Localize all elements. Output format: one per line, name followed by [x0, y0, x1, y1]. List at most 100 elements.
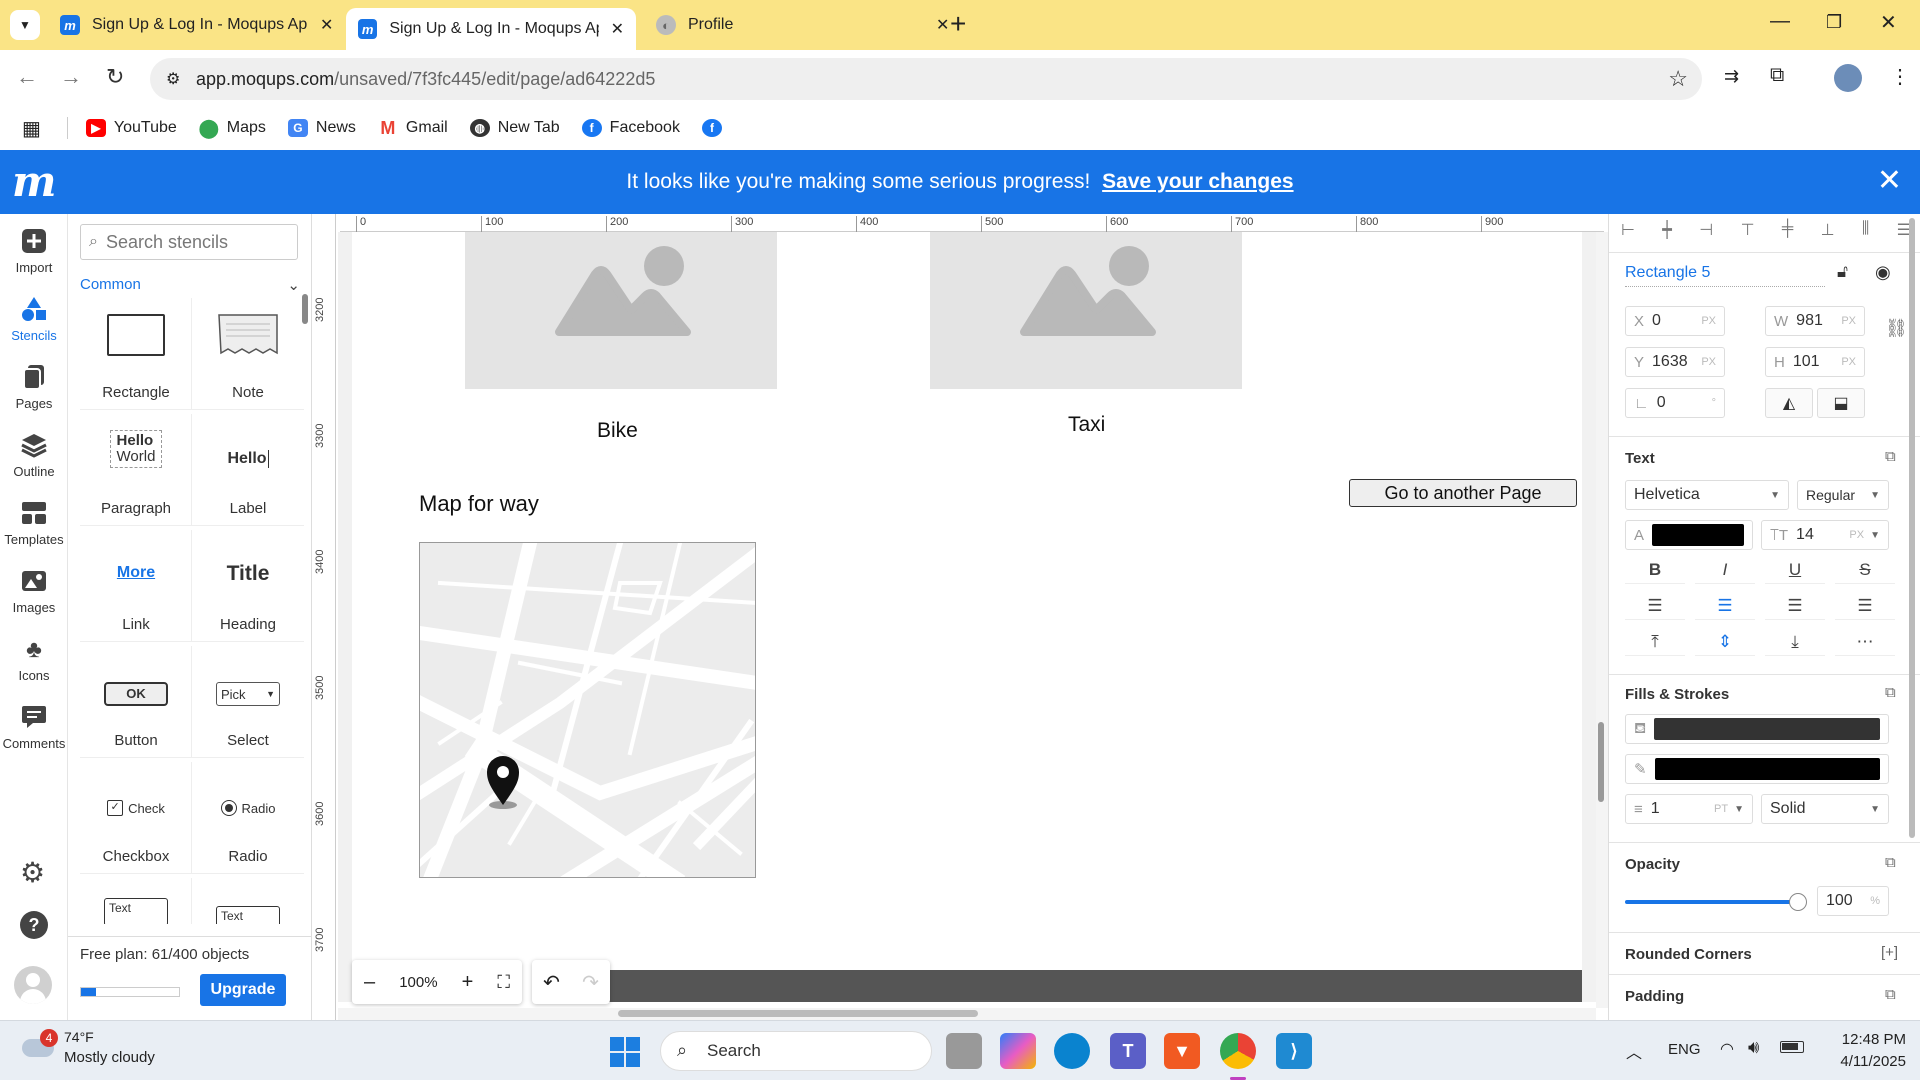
upgrade-button[interactable]: Upgrade [200, 974, 286, 1006]
flip-vertical-button[interactable]: ⬓ [1817, 388, 1865, 418]
go-to-another-page-button[interactable]: Go to another Page [1349, 479, 1577, 507]
bold-icon[interactable]: B [1625, 556, 1685, 584]
horizontal-scrollbar[interactable] [338, 1008, 1596, 1020]
rail-import[interactable]: Import [0, 228, 68, 275]
align-right-icon[interactable]: ⊣ [1699, 220, 1713, 240]
minimize-icon[interactable]: — [1770, 10, 1790, 33]
copy-style-icon[interactable]: ⧉ [1885, 854, 1896, 871]
extensions-puzzle-icon[interactable]: ⧉ [1770, 64, 1784, 87]
stencil-button[interactable]: OK Button [80, 646, 192, 758]
zoom-level[interactable]: 100% [399, 974, 437, 991]
visibility-eye-icon[interactable]: ◉ [1875, 262, 1891, 283]
language-indicator[interactable]: ENG [1668, 1041, 1701, 1058]
edge-icon[interactable] [1054, 1033, 1090, 1069]
teams-icon[interactable]: T [1110, 1033, 1146, 1069]
align-bottom-icon[interactable]: ⊥ [1821, 220, 1835, 240]
element-name[interactable]: Rectangle 5 [1625, 264, 1825, 287]
align-text-right-icon[interactable]: ☰ [1765, 592, 1825, 620]
stencil-checkbox[interactable]: ✓ Check Checkbox [80, 762, 192, 874]
close-banner-icon[interactable]: ✕ [1877, 166, 1902, 196]
more-options-icon[interactable]: ⋯ [1835, 628, 1895, 656]
forward-icon[interactable]: → [60, 64, 82, 90]
rail-pages[interactable]: Pages [0, 364, 68, 411]
address-bar[interactable]: ⚙ app.moqups.com/unsaved/7f3fc445/edit/p… [150, 58, 1702, 100]
taxi-caption[interactable]: Taxi [1068, 413, 1105, 437]
stencil-heading[interactable]: Title Heading [192, 530, 304, 642]
bookmark-youtube[interactable]: ▶ YouTube [85, 119, 177, 137]
tab-close-icon[interactable]: ✕ [611, 19, 624, 39]
vscode-icon[interactable]: ⟩ [1276, 1033, 1312, 1069]
bookmark-maps[interactable]: ⬤ Maps [199, 118, 266, 138]
y-field[interactable]: Y 1638 PX [1625, 347, 1725, 377]
font-weight-select[interactable]: Regular ▼ [1797, 480, 1889, 510]
close-window-icon[interactable]: ✕ [1880, 10, 1897, 35]
undo-icon[interactable]: ↶ [543, 970, 560, 995]
brave-icon[interactable]: ▼ [1164, 1033, 1200, 1069]
rail-comments[interactable]: Comments [0, 704, 68, 751]
underline-icon[interactable]: U [1765, 556, 1825, 584]
design-canvas[interactable]: Bike Taxi Go to another Page Map for way [338, 232, 1596, 1002]
browser-tab-1[interactable]: m Sign Up & Log In - Moqups Ap ✕ [48, 8, 345, 42]
stroke-style-select[interactable]: Solid ▼ [1761, 794, 1889, 824]
rail-templates[interactable]: Templates [0, 500, 68, 547]
clock-time[interactable]: 12:48 PM [1834, 1031, 1906, 1048]
opacity-slider-track[interactable] [1625, 900, 1797, 904]
opacity-field[interactable]: 100% [1817, 886, 1889, 916]
windows-start-icon[interactable] [610, 1037, 640, 1067]
horizontal-scroll-thumb[interactable] [618, 1010, 978, 1017]
taxi-image-placeholder[interactable] [930, 232, 1242, 389]
align-top-icon[interactable]: ⊤ [1741, 220, 1755, 240]
browser-tab-2-active[interactable]: m Sign Up & Log In - Moqups Ap ✕ [346, 8, 636, 50]
rail-outline[interactable]: Outline [0, 432, 68, 479]
help-icon[interactable]: ? [20, 911, 48, 939]
user-avatar[interactable] [14, 966, 52, 1004]
stencil-note[interactable]: Note [192, 298, 304, 410]
align-left-icon[interactable]: ⊢ [1621, 220, 1635, 240]
expand-rounded-corners-icon[interactable]: [+] [1881, 944, 1898, 961]
stencil-paragraph[interactable]: Hello World Paragraph [80, 414, 192, 526]
bookmark-star-icon[interactable]: ☆ [1668, 66, 1688, 92]
volume-icon[interactable]: 🔊︎ [1748, 1037, 1759, 1058]
rectangle-5[interactable] [548, 970, 1582, 1002]
italic-icon[interactable]: I [1695, 556, 1755, 584]
bookmark-new-tab[interactable]: ◍ New Tab [469, 119, 560, 137]
justify-text-icon[interactable]: ☰ [1835, 592, 1895, 620]
font-size-field[interactable]: ⟙T 14 PX ▼ [1761, 520, 1889, 550]
tray-chevron-up-icon[interactable]: ︿ [1626, 1039, 1642, 1063]
link-dimensions-icon[interactable]: ⛓ [1885, 318, 1908, 339]
site-info-icon[interactable]: ⚙ [166, 69, 180, 89]
text-color-picker[interactable]: A [1625, 520, 1753, 550]
align-text-left-icon[interactable]: ☰ [1625, 592, 1685, 620]
lock-icon[interactable]: 🔓︎ [1837, 262, 1848, 282]
w-field[interactable]: W 981 PX [1765, 306, 1865, 336]
chrome-icon[interactable] [1220, 1033, 1256, 1069]
map-heading[interactable]: Map for way [419, 491, 539, 517]
stencil-text-area[interactable]: Text [192, 878, 304, 924]
align-middle-icon[interactable]: ╪ [1782, 220, 1793, 240]
font-family-select[interactable]: Helvetica ▼ [1625, 480, 1789, 510]
save-changes-link[interactable]: Save your changes [1102, 170, 1293, 193]
stencil-select[interactable]: Pick ▼ Select [192, 646, 304, 758]
clock-date[interactable]: 4/11/2025 [1826, 1053, 1906, 1070]
redo-icon[interactable]: ↷ [582, 970, 599, 995]
valign-top-icon[interactable]: ⤒ [1625, 628, 1685, 656]
stencil-text-input[interactable]: Text [80, 878, 192, 924]
apps-grid-icon[interactable]: ▦ [22, 116, 41, 141]
copy-style-icon[interactable]: ⧉ [1885, 684, 1896, 701]
align-text-center-icon[interactable]: ☰ [1695, 592, 1755, 620]
vertical-scrollbar[interactable] [1596, 232, 1608, 1008]
zoom-in-button[interactable]: + [462, 971, 474, 994]
properties-scrollbar[interactable] [1909, 214, 1917, 854]
tab-close-icon[interactable]: ✕ [936, 15, 949, 35]
stencil-rectangle[interactable]: Rectangle [80, 298, 192, 410]
file-explorer-icon[interactable] [946, 1033, 982, 1069]
zoom-out-button[interactable]: – [364, 971, 375, 994]
search-stencils-input[interactable]: ⌕ Search stencils [80, 224, 298, 260]
rail-stencils[interactable]: Stencils [0, 296, 68, 343]
map-widget[interactable] [419, 542, 756, 878]
strikethrough-icon[interactable]: S [1835, 556, 1895, 584]
copy-style-icon[interactable]: ⧉ [1885, 448, 1896, 465]
profile-avatar[interactable] [1834, 64, 1862, 92]
stroke-color-picker[interactable]: ✎ [1625, 754, 1889, 784]
tab-search-button[interactable]: ▼ [10, 10, 40, 40]
